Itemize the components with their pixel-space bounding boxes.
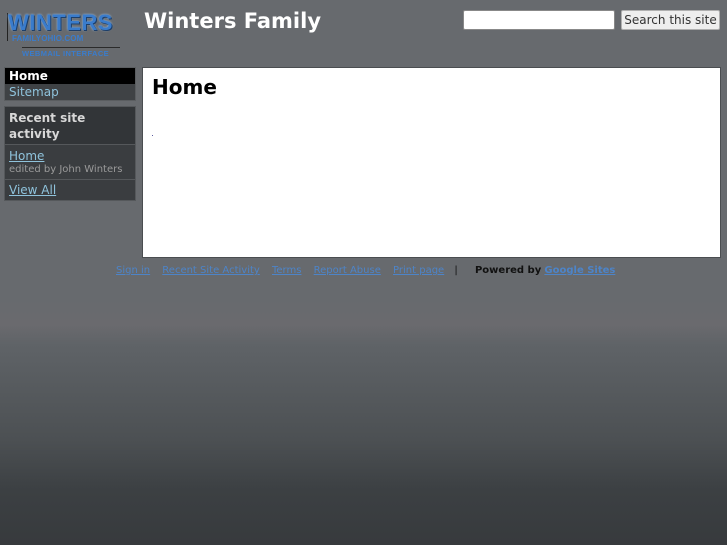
activity-entry-meta: edited by John Winters (9, 164, 123, 175)
site-logo[interactable]: WINTERS FAMILYOHIO.COM WEBMAIL INTERFACE (6, 11, 122, 63)
sidebar: Home Sitemap Recent site activity Home e… (4, 67, 136, 201)
footer-link-sign-in[interactable]: Sign in (116, 265, 150, 276)
content-placeholder-dot (152, 135, 153, 136)
search-input[interactable] (463, 10, 615, 30)
view-all-link[interactable]: View All (5, 180, 135, 200)
logo-main-text: WINTERS (8, 10, 113, 35)
page-title: Home (152, 75, 217, 99)
recent-activity-panel: Recent site activity Home edited by John… (4, 106, 136, 201)
sidebar-item-sitemap[interactable]: Sitemap (5, 84, 135, 100)
site-title[interactable]: Winters Family (144, 6, 321, 36)
powered-by-label: Powered by (474, 265, 542, 276)
footer-link-print-page[interactable]: Print page (393, 265, 444, 276)
sidebar-item-home[interactable]: Home (5, 68, 135, 84)
logo-subtext: FAMILYOHIO.COM (12, 34, 84, 43)
footer: Sign in Recent Site Activity Terms Repor… (116, 264, 615, 278)
logo-tagline: WEBMAIL INTERFACE (22, 49, 110, 58)
google-sites-link[interactable]: Google Sites (544, 265, 615, 276)
footer-separator: | (454, 265, 458, 276)
footer-link-terms[interactable]: Terms (272, 265, 301, 276)
footer-link-recent-site-activity[interactable]: Recent Site Activity (162, 265, 260, 276)
activity-entry-link[interactable]: Home (9, 149, 131, 163)
sidebar-navigation: Home Sitemap (4, 67, 136, 101)
main-content: Home (142, 67, 721, 258)
logo-rule (22, 47, 120, 48)
recent-activity-title: Recent site activity (5, 107, 135, 145)
activity-entry: Home edited by John Winters (5, 145, 135, 180)
search-button[interactable]: Search this site (621, 10, 720, 30)
footer-link-report-abuse[interactable]: Report Abuse (314, 265, 381, 276)
